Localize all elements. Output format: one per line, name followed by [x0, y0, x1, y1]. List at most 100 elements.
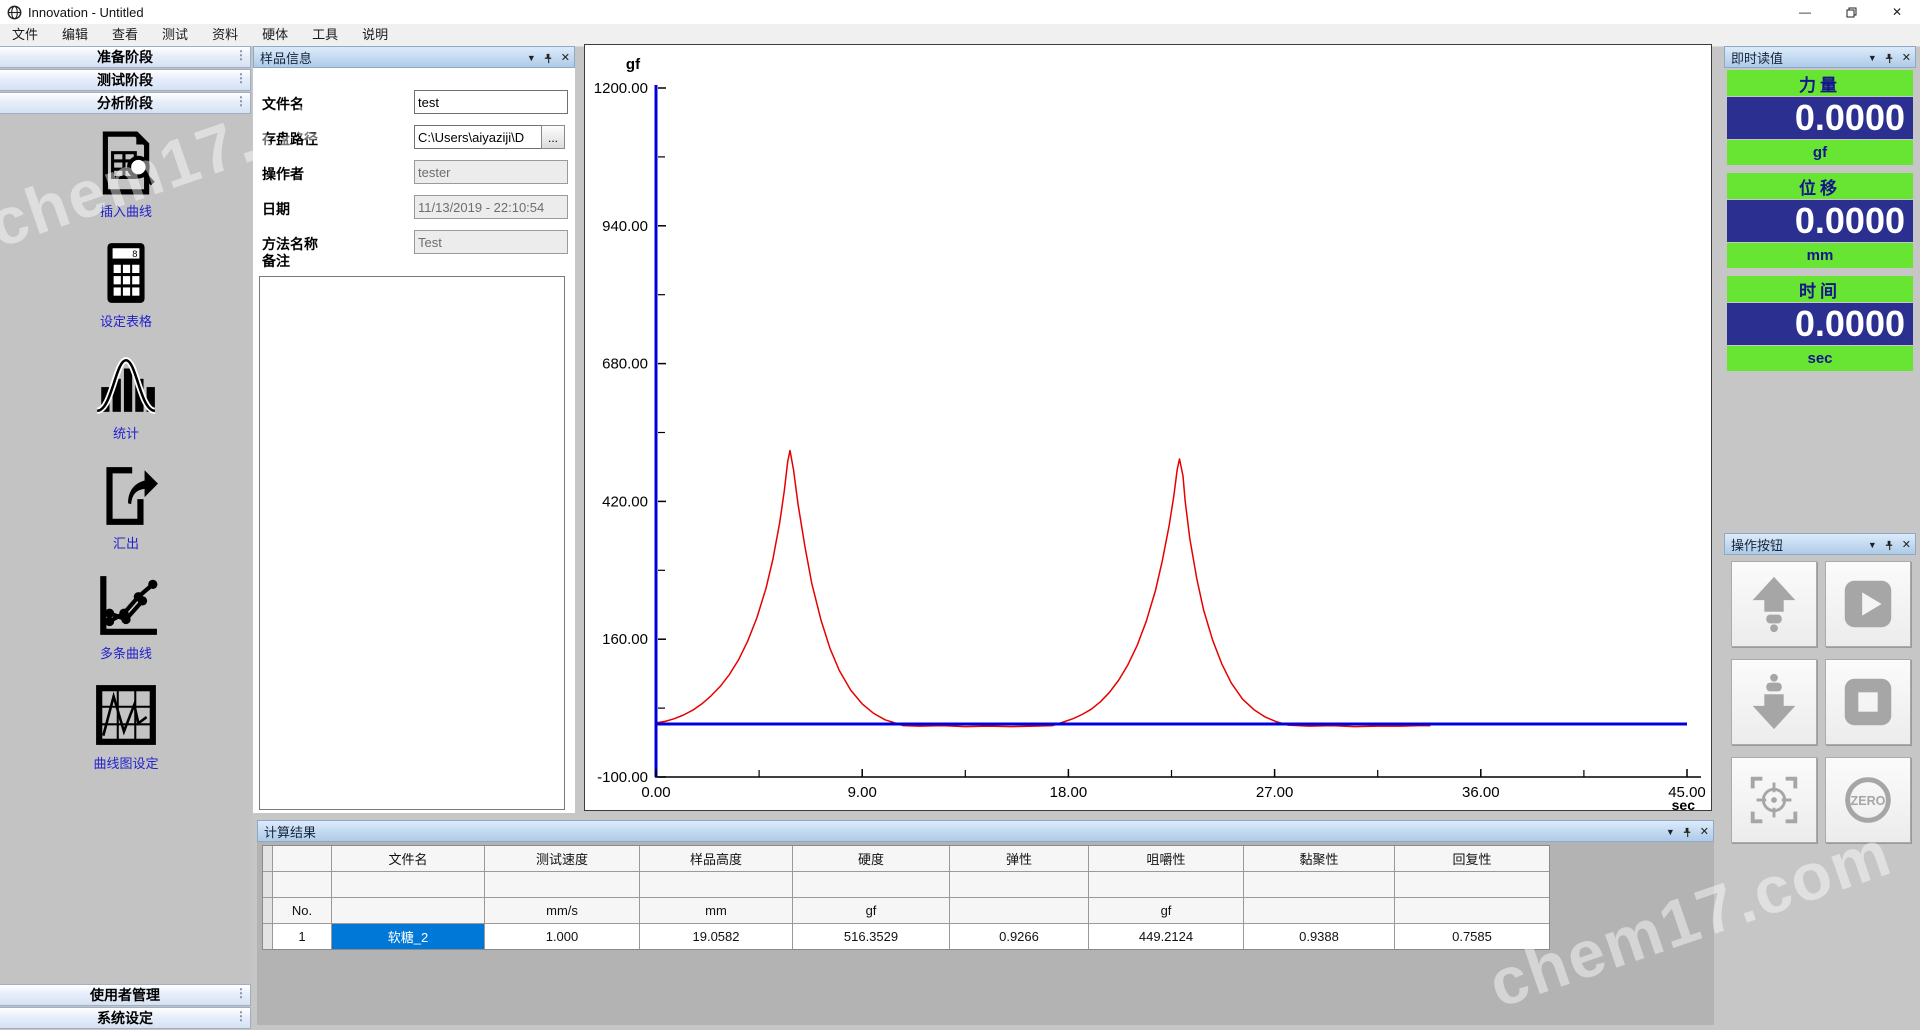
- calculator-icon: 8: [93, 240, 159, 306]
- run-button[interactable]: [1825, 561, 1911, 647]
- menu-item[interactable]: 说明: [350, 24, 400, 46]
- zero-button[interactable]: ZERO: [1825, 757, 1911, 843]
- results-unit-cell: mm/s: [485, 898, 639, 923]
- tool-label: 插入曲线: [0, 201, 252, 220]
- panel-close-icon[interactable]: ✕: [1902, 53, 1911, 64]
- readout-group: 位移0.0000mm: [1724, 173, 1916, 268]
- menu-item[interactable]: 测试: [150, 24, 200, 46]
- app-icon: [7, 5, 22, 20]
- browse-button[interactable]: ...: [541, 125, 565, 149]
- results-unit-cell: [332, 898, 484, 923]
- restore-button[interactable]: [1828, 0, 1874, 24]
- results-header-cell: 文件名: [332, 846, 484, 871]
- zero-icon: ZERO: [1837, 769, 1899, 831]
- panel-close-icon[interactable]: ✕: [1902, 540, 1911, 551]
- results-table: 文件名测试速度样品高度硬度弹性咀嚼性黏聚性回复性No.mm/smmgfgf1软糖…: [262, 845, 1550, 950]
- tool-multi-curve[interactable]: 多条曲线: [0, 572, 252, 662]
- action-titlebar: 操作按钮 ▼✕: [1724, 533, 1916, 555]
- results-header-cell: 硬度: [793, 846, 949, 871]
- results-header-cell: 样品高度: [640, 846, 792, 871]
- results-cell[interactable]: 19.0582: [640, 924, 792, 949]
- results-cell[interactable]: 0.9266: [950, 924, 1088, 949]
- results-cell[interactable]: 软糖_2: [332, 924, 484, 949]
- action-panel: 操作按钮 ▼✕ ZERO: [1724, 533, 1916, 1025]
- pin-icon[interactable]: [543, 53, 554, 64]
- close-button[interactable]: ✕: [1874, 0, 1920, 24]
- results-unit-cell: mm: [640, 898, 792, 923]
- target-button[interactable]: [1731, 757, 1817, 843]
- results-header-cell: 回复性: [1395, 846, 1549, 871]
- sample-info-title: 样品信息: [260, 48, 312, 67]
- svg-text:0.00: 0.00: [641, 784, 670, 801]
- svg-text:27.00: 27.00: [1256, 784, 1294, 801]
- svg-text:420.00: 420.00: [602, 493, 648, 510]
- menu-item[interactable]: 硬体: [250, 24, 300, 46]
- move-up-button[interactable]: [1731, 561, 1817, 647]
- sidebar-stage-button[interactable]: 准备阶段⋮: [0, 46, 251, 68]
- field-input-4: [414, 230, 568, 254]
- stop-button[interactable]: [1825, 659, 1911, 745]
- results-cell: [640, 872, 792, 897]
- field-label: 文件名: [262, 94, 304, 114]
- menu-item[interactable]: 文件: [0, 24, 50, 46]
- remark-textarea[interactable]: [259, 276, 565, 810]
- sidebar-stage-button[interactable]: 系统设定⋮: [0, 1007, 251, 1029]
- results-cell: [273, 872, 331, 897]
- results-header-cell: 黏聚性: [1244, 846, 1394, 871]
- pin-icon[interactable]: [1682, 827, 1693, 838]
- field-label: 日期: [262, 199, 290, 219]
- pin-icon[interactable]: [1884, 540, 1895, 551]
- move-down-button[interactable]: [1731, 659, 1817, 745]
- svg-text:160.00: 160.00: [602, 631, 648, 648]
- panel-menu-icon[interactable]: ▼: [1868, 54, 1877, 63]
- svg-text:680.00: 680.00: [602, 356, 648, 373]
- menu-item[interactable]: 资料: [200, 24, 250, 46]
- tool-insert-curve[interactable]: 插入曲线: [0, 130, 252, 220]
- pin-icon[interactable]: [1884, 53, 1895, 64]
- menu-item[interactable]: 工具: [300, 24, 350, 46]
- target-icon: [1743, 769, 1805, 831]
- sample-info-panel: 样品信息 ▼✕ 文件名存盘路径...操作者日期方法名称 备注: [253, 46, 575, 813]
- statistics-icon: [93, 352, 159, 418]
- results-cell[interactable]: 1.000: [485, 924, 639, 949]
- results-cell: [793, 872, 949, 897]
- results-cell[interactable]: 0.7585: [1395, 924, 1549, 949]
- minimize-button[interactable]: —: [1782, 0, 1828, 24]
- tool-calculator[interactable]: 8设定表格: [0, 240, 252, 330]
- row-selector: [263, 846, 272, 871]
- field-input-2: [414, 160, 568, 184]
- tool-label: 汇出: [0, 533, 252, 552]
- panel-menu-icon[interactable]: ▼: [1868, 541, 1877, 550]
- results-header-cell: 测试速度: [485, 846, 639, 871]
- results-cell: [1244, 872, 1394, 897]
- export-icon: [93, 462, 159, 528]
- field-input-0[interactable]: [414, 90, 568, 114]
- tool-chart-settings[interactable]: 曲线图设定: [0, 682, 252, 772]
- panel-close-icon[interactable]: ✕: [561, 53, 570, 64]
- results-cell[interactable]: 0.9388: [1244, 924, 1394, 949]
- results-row-number[interactable]: 1: [273, 924, 331, 949]
- panel-menu-icon[interactable]: ▼: [527, 54, 536, 63]
- sidebar-stage-button[interactable]: 测试阶段⋮: [0, 69, 251, 91]
- sidebar-stage-button[interactable]: 分析阶段⋮: [0, 92, 251, 114]
- stage-label: 系统设定: [97, 1008, 153, 1028]
- tool-export[interactable]: 汇出: [0, 462, 252, 552]
- results-titlebar: 计算结果 ▼✕: [257, 820, 1714, 842]
- results-unit-cell: [1395, 898, 1549, 923]
- results-cell[interactable]: 449.2124: [1089, 924, 1243, 949]
- results-cell[interactable]: 516.3529: [793, 924, 949, 949]
- row-selector[interactable]: [263, 924, 272, 949]
- panel-menu-icon[interactable]: ▼: [1666, 828, 1675, 837]
- sidebar-stage-button[interactable]: 使用者管理⋮: [0, 984, 251, 1006]
- tool-statistics[interactable]: 统计: [0, 352, 252, 442]
- field-input-1[interactable]: [414, 125, 542, 149]
- remark-label: 备注: [262, 251, 290, 271]
- results-cell: [950, 872, 1088, 897]
- insert-curve-icon: [93, 130, 159, 196]
- readout-label: 位移: [1727, 173, 1913, 199]
- menu-item[interactable]: 查看: [100, 24, 150, 46]
- svg-text:ZERO: ZERO: [1851, 794, 1886, 808]
- panel-close-icon[interactable]: ✕: [1700, 827, 1709, 838]
- menu-item[interactable]: 编辑: [50, 24, 100, 46]
- chart-settings-icon: [93, 682, 159, 748]
